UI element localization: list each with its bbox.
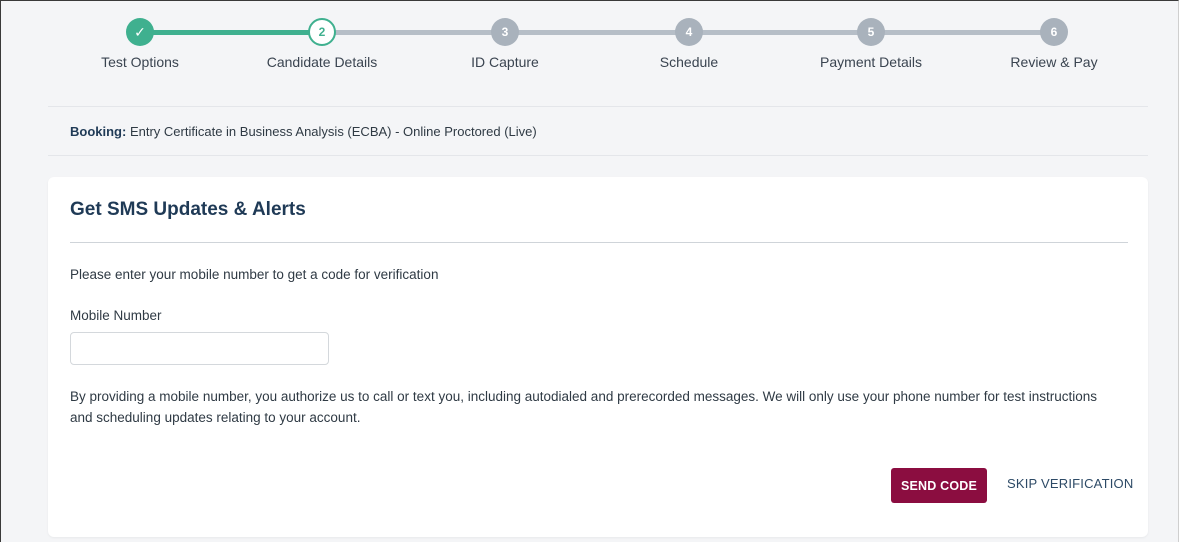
- step-label: Test Options: [101, 54, 179, 70]
- booking-summary: Booking: Entry Certificate in Business A…: [70, 124, 537, 139]
- card-title: Get SMS Updates & Alerts: [70, 199, 306, 220]
- instruction-text: Please enter your mobile number to get a…: [70, 267, 439, 282]
- divider: [70, 242, 1128, 243]
- step-id-capture: 3 ID Capture: [425, 18, 585, 70]
- step-label: Schedule: [659, 54, 719, 70]
- step-label: Candidate Details: [266, 54, 378, 70]
- step-candidate-details[interactable]: 2 Candidate Details: [242, 18, 402, 70]
- progress-stepper: ✓ Test Options 2 Candidate Details 3 ID …: [0, 0, 1179, 90]
- check-icon: ✓: [126, 18, 154, 46]
- step-schedule: 4 Schedule: [609, 18, 769, 70]
- step-number: 3: [491, 18, 519, 46]
- mobile-number-label: Mobile Number: [70, 308, 162, 323]
- step-review-pay: 6 Review & Pay: [974, 18, 1134, 70]
- step-label: ID Capture: [471, 54, 539, 70]
- skip-verification-link[interactable]: SKIP VERIFICATION: [1007, 476, 1133, 491]
- divider: [48, 106, 1148, 107]
- step-number: 4: [675, 18, 703, 46]
- consent-disclaimer: By providing a mobile number, you author…: [70, 389, 1098, 425]
- divider: [48, 155, 1148, 156]
- sms-updates-card: Get SMS Updates & Alerts Please enter yo…: [48, 177, 1148, 537]
- mobile-number-input[interactable]: [70, 332, 329, 365]
- step-number: 2: [308, 18, 336, 46]
- step-label: Payment Details: [820, 54, 922, 70]
- step-payment-details: 5 Payment Details: [791, 18, 951, 70]
- send-code-button[interactable]: SEND CODE: [891, 468, 987, 503]
- step-number: 6: [1040, 18, 1068, 46]
- booking-value: Entry Certificate in Business Analysis (…: [129, 124, 537, 139]
- booking-label: Booking:: [70, 124, 127, 139]
- step-label: Review & Pay: [1010, 54, 1098, 70]
- step-number: 5: [857, 18, 885, 46]
- step-test-options[interactable]: ✓ Test Options: [60, 18, 220, 70]
